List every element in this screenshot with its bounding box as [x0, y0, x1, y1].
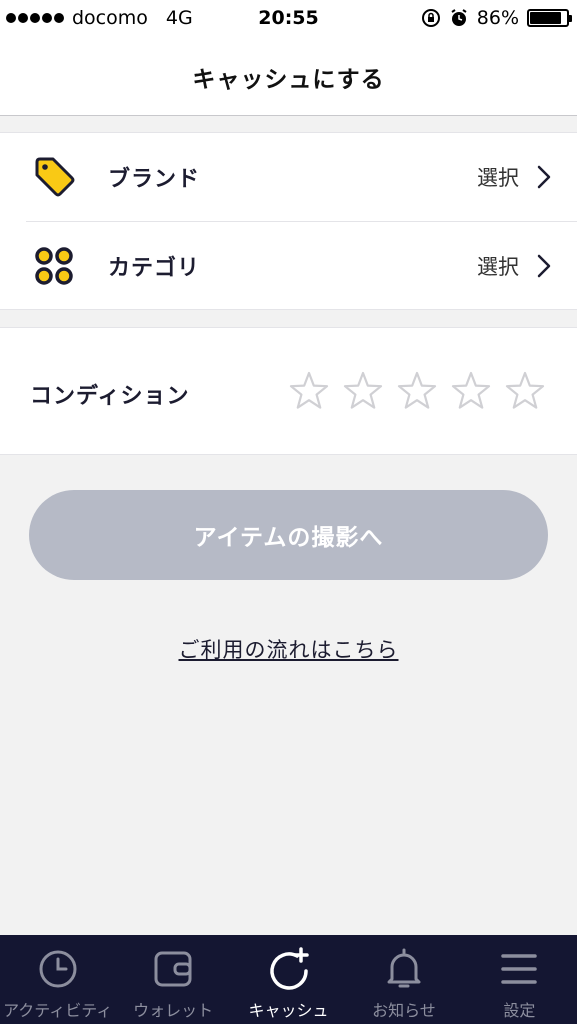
tab-settings[interactable]: 設定 — [462, 935, 577, 1024]
tab-label: アクティビティ — [3, 1001, 113, 1020]
tab-label: ウォレット — [133, 1001, 214, 1020]
tag-icon — [35, 157, 75, 197]
tab-wallet[interactable]: ウォレット — [115, 935, 230, 1024]
alarm-icon — [451, 9, 467, 26]
menu-icon — [501, 954, 538, 984]
usage-flow-link[interactable]: ご利用の流れはこちら — [179, 638, 399, 662]
tab-label: お知らせ — [372, 1001, 436, 1020]
condition-label: コンディション — [30, 384, 190, 409]
status-right: 86% — [421, 7, 572, 29]
chevron-right-icon — [537, 254, 551, 278]
page-title: キャッシュにする — [192, 66, 385, 93]
tab-label: キャッシュ — [248, 1001, 329, 1020]
tab-bar: アクティビティ ウォレット キャッシュ お知らせ 設定 — [0, 935, 577, 1024]
clock-icon — [39, 950, 77, 988]
tab-notifications[interactable]: お知らせ — [346, 935, 461, 1024]
wallet-icon — [154, 951, 192, 987]
condition-rating — [288, 370, 546, 412]
star-icon[interactable] — [342, 370, 384, 412]
category-value: 選択 — [477, 255, 519, 279]
chevron-right-icon — [537, 165, 551, 189]
selection-section: ブランド 選択 カテゴリ 選択 — [0, 132, 577, 310]
star-icon[interactable] — [288, 370, 330, 412]
tab-label: 設定 — [503, 1001, 536, 1020]
condition-section: コンディション — [0, 327, 577, 455]
star-icon[interactable] — [450, 370, 492, 412]
brand-value: 選択 — [477, 166, 519, 190]
category-label: カテゴリ — [108, 256, 201, 281]
bell-icon — [387, 948, 421, 988]
battery-icon — [527, 9, 572, 27]
star-icon[interactable] — [504, 370, 546, 412]
cash-add-icon — [269, 947, 309, 990]
brand-row[interactable]: ブランド 選択 — [0, 133, 577, 221]
rotation-lock-icon — [421, 9, 440, 27]
four-dots-icon — [35, 247, 73, 285]
brand-label: ブランド — [108, 167, 201, 192]
flow-link-container: ご利用の流れはこちら — [0, 634, 577, 664]
status-bar: docomo 4G 20:55 86% — [0, 0, 577, 38]
tab-activity[interactable]: アクティビティ — [0, 935, 115, 1024]
nav-header: キャッシュにする — [0, 38, 577, 116]
battery-percent: 86% — [476, 7, 519, 29]
take-item-photo-button[interactable]: アイテムの撮影へ — [29, 490, 548, 580]
category-row[interactable]: カテゴリ 選択 — [0, 222, 577, 310]
star-icon[interactable] — [396, 370, 438, 412]
tab-cash[interactable]: キャッシュ — [231, 935, 346, 1024]
